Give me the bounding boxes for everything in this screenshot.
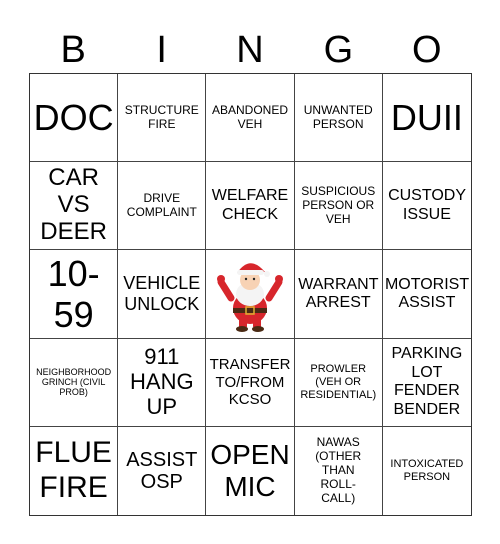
header-letter-g: G (323, 29, 354, 71)
bingo-cell[interactable]: OPEN MIC (206, 426, 295, 515)
bingo-cell[interactable]: DUII (382, 74, 471, 163)
bingo-cell[interactable]: NEIGHBORHOOD GRINCH (CIVIL PROB) (30, 338, 119, 427)
santa-claus-icon (216, 263, 283, 332)
bingo-cell[interactable]: MOTORIST ASSIST (382, 250, 471, 339)
bingo-cell[interactable]: NAWAS (OTHER THAN ROLL-CALL) (295, 426, 383, 515)
bingo-cell[interactable]: PARKING LOT FENDER BENDER (382, 339, 471, 427)
header-letter-b: B (60, 29, 86, 71)
bingo-header: B I N G O (29, 28, 471, 72)
bingo-cell[interactable]: FLUE FIRE (30, 426, 119, 515)
bingo-card: DOC STRUCTURE FIRE ABANDONED VEH UNWANTE… (29, 73, 472, 516)
bingo-cell[interactable]: DOC (30, 74, 119, 163)
bingo-cell[interactable]: VEHICLE UNLOCK (118, 250, 207, 339)
bingo-cell[interactable]: 911 HANG UP (118, 338, 207, 427)
bingo-cell[interactable]: UNWANTED PERSON (294, 74, 383, 163)
bingo-cell[interactable]: SUSPICIOUS PERSON OR VEH (294, 162, 383, 251)
bingo-cell[interactable]: WARRANT ARREST (294, 250, 383, 339)
bingo-cell[interactable]: CAR VS DEER (30, 162, 119, 251)
bingo-cell[interactable]: TRANSFER TO/FROM KCSO (206, 338, 295, 427)
bingo-cell[interactable]: WELFARE CHECK (206, 162, 295, 251)
bingo-cell[interactable]: INTOXICATED PERSON (383, 427, 471, 515)
bingo-cell[interactable]: ASSIST OSP (118, 426, 207, 515)
bingo-cell[interactable]: STRUCTURE FIRE (118, 74, 207, 163)
free-space[interactable] (206, 250, 295, 339)
header-letter-i: I (156, 29, 167, 71)
header-letter-o: O (412, 29, 442, 71)
bingo-cell[interactable]: ABANDONED VEH (206, 74, 295, 163)
bingo-cell[interactable]: PROWLER (VEH OR RESIDENTIAL) (294, 338, 383, 427)
bingo-cell[interactable]: DRIVE COMPLAINT (118, 162, 207, 251)
bingo-cell[interactable]: CUSTODY ISSUE (382, 162, 471, 251)
header-letter-n: N (236, 29, 264, 71)
bingo-cell[interactable]: 10-59 (30, 250, 119, 339)
